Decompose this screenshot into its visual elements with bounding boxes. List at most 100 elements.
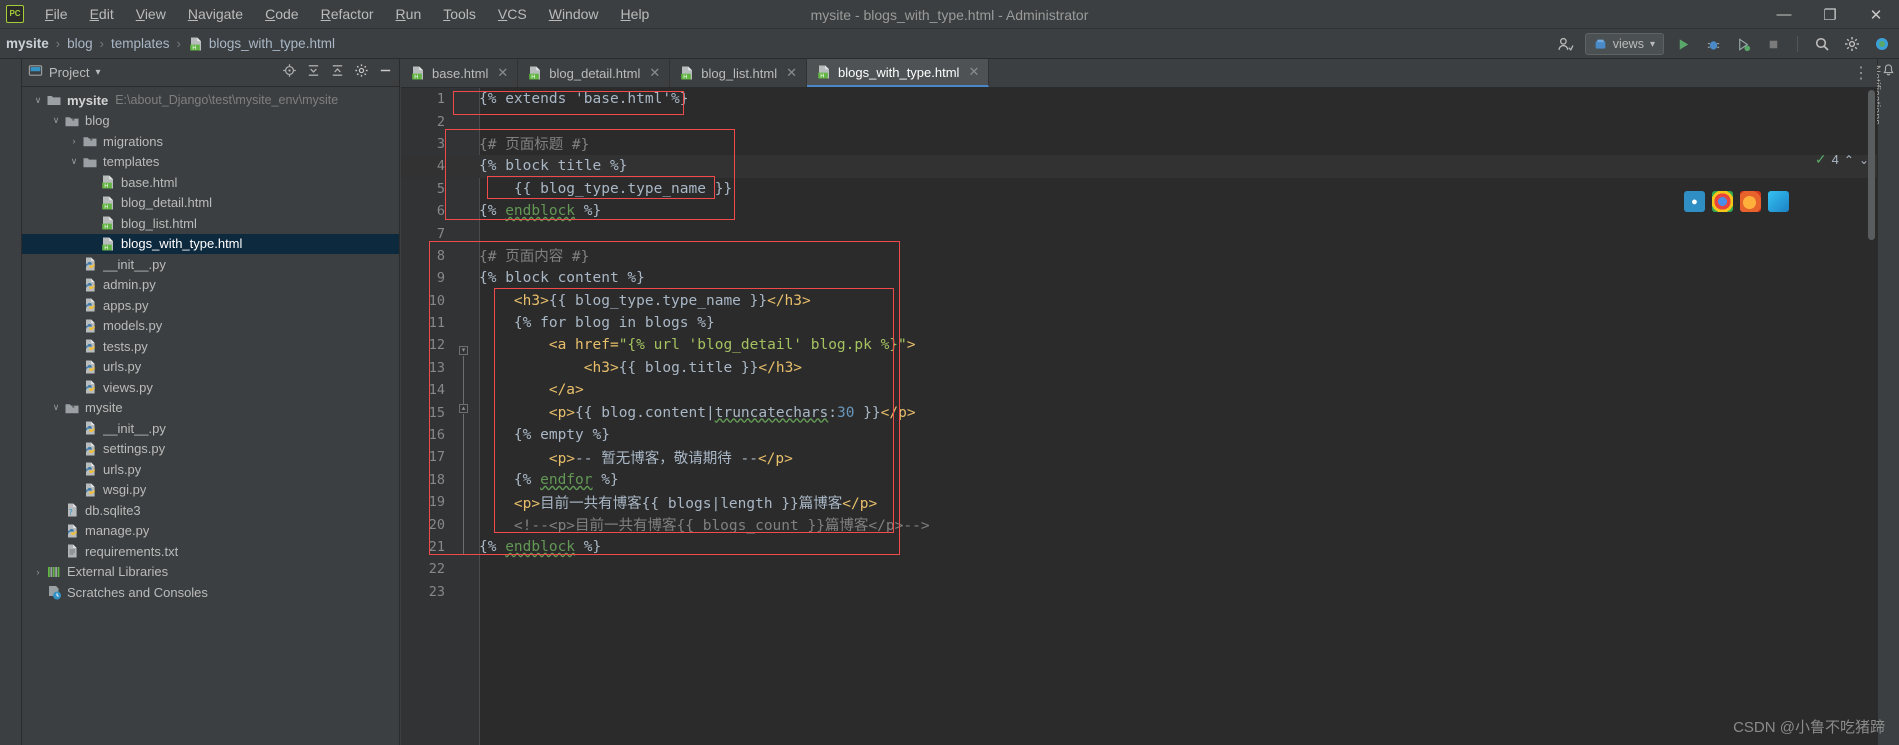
code-line[interactable]: 10 <h3>{{ blog_type.type_name }}</h3>	[401, 290, 1877, 312]
tree-item-mysite[interactable]: ∨ mysite E:\about_Django\test\mysite_env\m…	[22, 90, 399, 111]
code-line[interactable]: 11 {% for blog in blogs %}	[401, 312, 1877, 334]
code-editor[interactable]: 1 {% extends 'base.html'%} 2 3 {# 页面标题 #} 4 {%…	[401, 88, 1877, 745]
editor-scrollbar-thumb[interactable]	[1868, 90, 1875, 240]
twisty-expanded-icon[interactable]: ∨	[66, 156, 82, 167]
code-line[interactable]: 15 <p>{{ blog.content|truncatechars:30 }…	[401, 401, 1877, 423]
code-line[interactable]: 18 {% endfor %}	[401, 469, 1877, 491]
menu-item-vcs[interactable]: VCS	[487, 3, 538, 25]
menu-item-view[interactable]: View	[125, 3, 177, 25]
editor-tab-blog-detail-html[interactable]: Hblog_detail.html ✕	[518, 59, 671, 87]
firefox-browser-icon[interactable]	[1740, 191, 1761, 212]
close-icon[interactable]: ✕	[786, 65, 797, 81]
maximize-button[interactable]: ❐	[1807, 0, 1853, 29]
run-icon[interactable]	[1672, 33, 1694, 55]
collapse-all-icon[interactable]	[306, 63, 321, 83]
stop-icon[interactable]	[1762, 33, 1784, 55]
tree-item-blog-detail-html[interactable]: Hblog_detail.html	[22, 193, 399, 214]
tree-item-urls-py[interactable]: urls.py	[22, 459, 399, 480]
menu-item-navigate[interactable]: Navigate	[177, 3, 254, 25]
tree-item-requirements-txt[interactable]: requirements.txt	[22, 541, 399, 562]
locate-icon[interactable]	[282, 63, 297, 83]
code-line[interactable]: 3 {# 页面标题 #}	[401, 133, 1877, 155]
tree-item-blogs-with-type-html[interactable]: Hblogs_with_type.html	[22, 233, 399, 254]
code-line[interactable]: 20 <!--<p>目前一共有博客{{ blogs_count }}篇博客</p…	[401, 513, 1877, 535]
tree-item---init---py[interactable]: __init__.py	[22, 418, 399, 439]
settings-icon[interactable]	[1841, 33, 1863, 55]
menu-item-file[interactable]: File	[34, 3, 79, 25]
tree-item-blog[interactable]: ∨ blog	[22, 111, 399, 132]
code-line[interactable]: 9 {% block content %}	[401, 267, 1877, 289]
run-configuration-selector[interactable]: views ▾	[1584, 33, 1664, 55]
twisty-expanded-icon[interactable]: ∨	[48, 402, 64, 413]
twisty-expanded-icon[interactable]: ∨	[30, 95, 46, 106]
project-tree[interactable]: ∨ mysite E:\about_Django\test\mysite_env\m…	[22, 87, 399, 743]
tree-item-manage-py[interactable]: manage.py	[22, 521, 399, 542]
twisty-expanded-icon[interactable]: ∨	[48, 115, 64, 126]
settings-icon[interactable]	[354, 63, 369, 83]
search-icon[interactable]	[1811, 33, 1833, 55]
code-line[interactable]: 13 <h3>{{ blog.title }}</h3>	[401, 357, 1877, 379]
code-line[interactable]: 2	[401, 110, 1877, 132]
close-button[interactable]: ✕	[1853, 0, 1899, 29]
chrome-browser-icon[interactable]	[1712, 191, 1733, 212]
tabbar-overflow-menu[interactable]: ⋮	[1853, 59, 1877, 87]
notifications-bell-icon[interactable]	[1881, 63, 1896, 83]
code-line[interactable]: 17 <p>-- 暂无博客，敬请期待 --</p>	[401, 446, 1877, 468]
fold-marker-end[interactable]: ▴	[459, 404, 468, 413]
expand-all-icon[interactable]	[330, 63, 345, 83]
code-line[interactable]: 7	[401, 222, 1877, 244]
tree-item-admin-py[interactable]: admin.py	[22, 275, 399, 296]
menu-item-run[interactable]: Run	[385, 3, 433, 25]
editor-tab-base-html[interactable]: Hbase.html ✕	[401, 59, 519, 87]
editor-tab-blogs-with-type-html[interactable]: Hblogs_with_type.html ✕	[807, 59, 990, 87]
close-icon[interactable]: ✕	[968, 64, 979, 80]
tree-item-tests-py[interactable]: tests.py	[22, 336, 399, 357]
code-line[interactable]: 1 {% extends 'base.html'%}	[401, 88, 1877, 110]
twisty-collapsed-icon[interactable]: ›	[30, 567, 46, 577]
menu-item-edit[interactable]: Edit	[79, 3, 125, 25]
tree-item-scratches-and-consoles[interactable]: Scratches and Consoles	[22, 582, 399, 603]
tree-item-base-html[interactable]: Hbase.html	[22, 172, 399, 193]
fold-marker-collapse[interactable]: ▾	[459, 346, 468, 355]
tree-item-wsgi-py[interactable]: wsgi.py	[22, 480, 399, 501]
code-line[interactable]: 4 {% block title %}	[401, 155, 1877, 178]
tree-item---init---py[interactable]: __init__.py	[22, 254, 399, 275]
code-line[interactable]: 21 {% endblock %}	[401, 536, 1877, 558]
hide-panel-icon[interactable]	[378, 63, 393, 83]
menu-item-tools[interactable]: Tools	[432, 3, 487, 25]
code-line[interactable]: 22	[401, 558, 1877, 580]
breadcrumb-item-templates[interactable]: templates	[105, 34, 176, 53]
updates-icon[interactable]	[1871, 33, 1893, 55]
tree-item-db-sqlite3[interactable]: ? db.sqlite3	[22, 500, 399, 521]
menu-item-code[interactable]: Code	[254, 3, 309, 25]
editor-tab-blog-list-html[interactable]: Hblog_list.html ✕	[670, 59, 808, 87]
code-line[interactable]: 19 <p>目前一共有博客{{ blogs|length }}篇博客</p>	[401, 491, 1877, 513]
breadcrumb-item-blog[interactable]: blog	[61, 34, 99, 53]
code-line[interactable]: 16 {% empty %}	[401, 424, 1877, 446]
menu-item-refactor[interactable]: Refactor	[310, 3, 385, 25]
code-line[interactable]: 12 <a href="{% url 'blog_detail' blog.pk…	[401, 334, 1877, 356]
chevron-down-icon[interactable]: ▾	[95, 67, 100, 78]
menu-item-window[interactable]: Window	[538, 3, 610, 25]
tree-item-mysite[interactable]: ∨ mysite	[22, 398, 399, 419]
breadcrumb-item-mysite[interactable]: mysite	[0, 34, 55, 53]
code-line[interactable]: 8 {# 页面内容 #}	[401, 245, 1877, 267]
tree-item-templates[interactable]: ∨ templates	[22, 152, 399, 173]
minimize-button[interactable]: —	[1761, 0, 1807, 29]
ie-browser-icon[interactable]: ●	[1684, 191, 1705, 212]
debug-icon[interactable]	[1702, 33, 1724, 55]
tree-item-models-py[interactable]: models.py	[22, 316, 399, 337]
twisty-collapsed-icon[interactable]: ›	[66, 136, 82, 146]
breadcrumb-item-blogs-with-type-html[interactable]: Hblogs_with_type.html	[182, 34, 341, 54]
inspection-widget[interactable]: ✓ 4 ⌃ ⌄	[1815, 151, 1869, 168]
code-line[interactable]: 6 {% endblock %}	[401, 200, 1877, 222]
edge-browser-icon[interactable]	[1768, 191, 1789, 212]
code-line[interactable]: 5 {{ blog_type.type_name }}	[401, 178, 1877, 200]
menu-item-help[interactable]: Help	[610, 3, 661, 25]
close-icon[interactable]: ✕	[497, 65, 508, 81]
chevron-up-icon[interactable]: ⌃	[1844, 153, 1854, 167]
tree-item-settings-py[interactable]: settings.py	[22, 439, 399, 460]
code-line[interactable]: 23	[401, 581, 1877, 603]
tree-item-urls-py[interactable]: urls.py	[22, 357, 399, 378]
code-lines[interactable]: 1 {% extends 'base.html'%} 2 3 {# 页面标题 #} 4 {%…	[401, 88, 1877, 745]
